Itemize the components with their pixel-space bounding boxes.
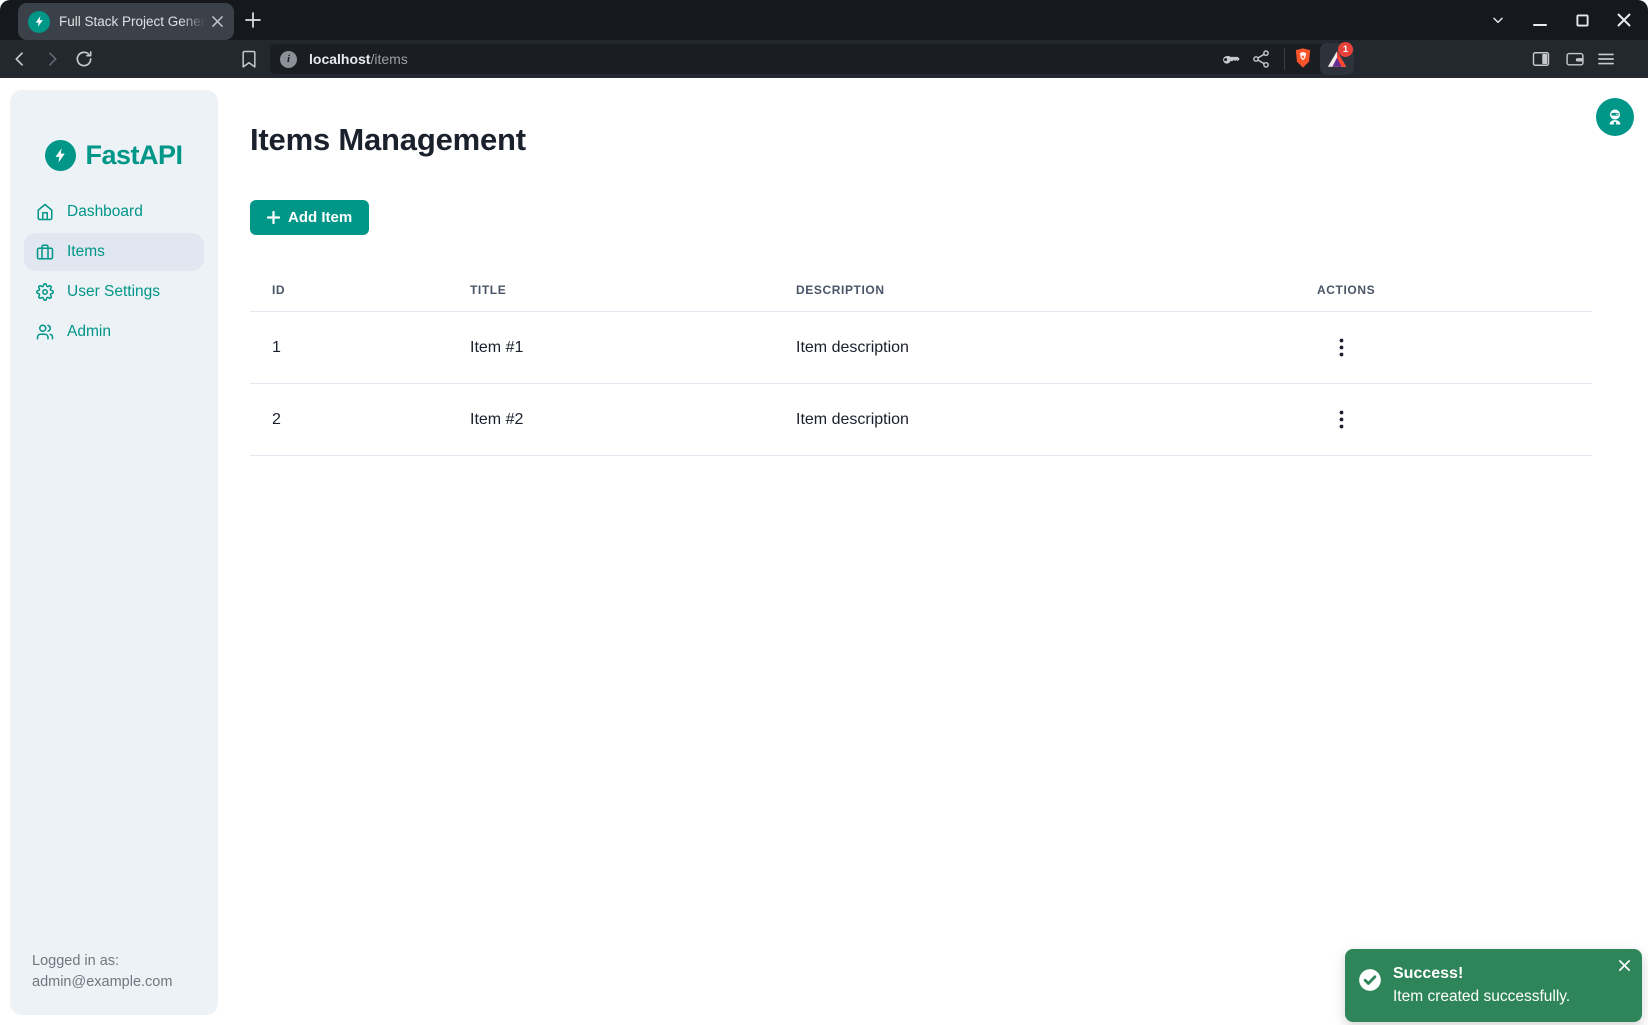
window-close-button[interactable] <box>1614 10 1634 30</box>
cell-id: 2 <box>250 384 448 456</box>
window-maximize-button[interactable] <box>1572 10 1592 30</box>
items-table-body: 1 Item #1 Item description 2 Item #2 Ite… <box>250 312 1592 456</box>
toast-message: Item created successfully. <box>1393 985 1570 1008</box>
user-menu-button[interactable] <box>1596 98 1634 136</box>
sidebar-toggle-icon[interactable] <box>1531 49 1551 69</box>
cell-actions <box>1295 312 1592 384</box>
column-header-actions: ACTIONS <box>1295 265 1592 312</box>
menu-hamburger-icon[interactable] <box>1596 49 1616 69</box>
brave-rewards-button[interactable]: 1 <box>1320 43 1354 75</box>
sidebar-nav: Dashboard Items User Settings Admin <box>24 193 204 351</box>
new-tab-button[interactable] <box>242 9 264 31</box>
toolbar-divider <box>1284 48 1285 70</box>
brave-shield-icon[interactable] <box>1292 47 1314 71</box>
toast-close-icon[interactable] <box>1614 955 1634 975</box>
briefcase-icon <box>36 243 54 261</box>
add-item-label: Add Item <box>288 209 352 226</box>
tab-title: Full Stack Project Genera <box>59 14 208 29</box>
forward-button <box>42 49 62 69</box>
fastapi-favicon-icon <box>28 11 50 33</box>
sidebar-item-label: User Settings <box>67 283 160 301</box>
users-icon <box>36 323 54 341</box>
cell-id: 1 <box>250 312 448 384</box>
bookmark-icon[interactable] <box>239 49 259 69</box>
cell-title: Item #1 <box>448 312 774 384</box>
back-button[interactable] <box>10 49 30 69</box>
window-minimize-button[interactable] <box>1530 10 1550 30</box>
fastapi-logo-icon <box>45 140 76 171</box>
sidebar-item-label: Admin <box>67 323 111 341</box>
sidebar-item-admin[interactable]: Admin <box>24 313 204 351</box>
reload-button[interactable] <box>74 49 94 69</box>
fastapi-logo: FastAPI <box>10 140 218 171</box>
logged-in-footer: Logged in as: admin@example.com <box>32 951 172 993</box>
rewards-badge: 1 <box>1338 42 1353 57</box>
site-info-icon[interactable]: i <box>280 51 297 68</box>
tab-search-chevron-icon[interactable] <box>1488 10 1508 30</box>
wallet-icon[interactable] <box>1565 49 1585 69</box>
logged-in-email: admin@example.com <box>32 972 172 993</box>
check-circle-icon <box>1357 967 1383 993</box>
sidebar-item-user-settings[interactable]: User Settings <box>24 273 204 311</box>
url-text: localhost/items <box>309 51 408 67</box>
share-icon[interactable] <box>1251 49 1271 69</box>
column-header-title: TITLE <box>448 265 774 312</box>
add-item-button[interactable]: Add Item <box>250 200 369 235</box>
cell-actions <box>1295 384 1592 456</box>
toast-title: Success! <box>1393 962 1570 985</box>
cell-description: Item description <box>774 312 1295 384</box>
page-title: Items Management <box>250 122 526 158</box>
sidebar-item-label: Items <box>67 243 105 261</box>
sidebar: FastAPI Dashboard Items User Settings <box>10 90 218 1015</box>
table-row: 1 Item #1 Item description <box>250 312 1592 384</box>
sidebar-item-label: Dashboard <box>67 203 143 221</box>
fastapi-logo-text: FastAPI <box>85 140 182 171</box>
success-toast: Success! Item created successfully. <box>1345 949 1642 1022</box>
gear-icon <box>36 283 54 301</box>
cell-description: Item description <box>774 384 1295 456</box>
cell-title: Item #2 <box>448 384 774 456</box>
passwords-key-icon[interactable] <box>1221 49 1241 69</box>
address-bar[interactable]: i localhost/items <box>270 44 1352 74</box>
tab-close-icon[interactable] <box>208 13 226 31</box>
sidebar-item-items[interactable]: Items <box>24 233 204 271</box>
column-header-id: ID <box>250 265 448 312</box>
user-astronaut-icon <box>1605 107 1625 127</box>
browser-tab-strip: Full Stack Project Genera <box>0 0 1648 40</box>
items-table: ID TITLE DESCRIPTION ACTIONS 1 Item #1 I… <box>250 265 1592 456</box>
plus-icon <box>267 211 280 224</box>
row-actions-kebab-icon[interactable] <box>1328 333 1354 363</box>
column-header-description: DESCRIPTION <box>774 265 1295 312</box>
browser-tab[interactable]: Full Stack Project Genera <box>18 3 234 40</box>
sidebar-item-dashboard[interactable]: Dashboard <box>24 193 204 231</box>
home-icon <box>36 203 54 221</box>
table-row: 2 Item #2 Item description <box>250 384 1592 456</box>
table-header-row: ID TITLE DESCRIPTION ACTIONS <box>250 265 1592 312</box>
browser-nav-bar: i localhost/items 1 <box>0 40 1648 78</box>
row-actions-kebab-icon[interactable] <box>1328 405 1354 435</box>
logged-in-label: Logged in as: <box>32 951 172 972</box>
app-main: FastAPI Dashboard Items User Settings <box>0 78 1648 1025</box>
